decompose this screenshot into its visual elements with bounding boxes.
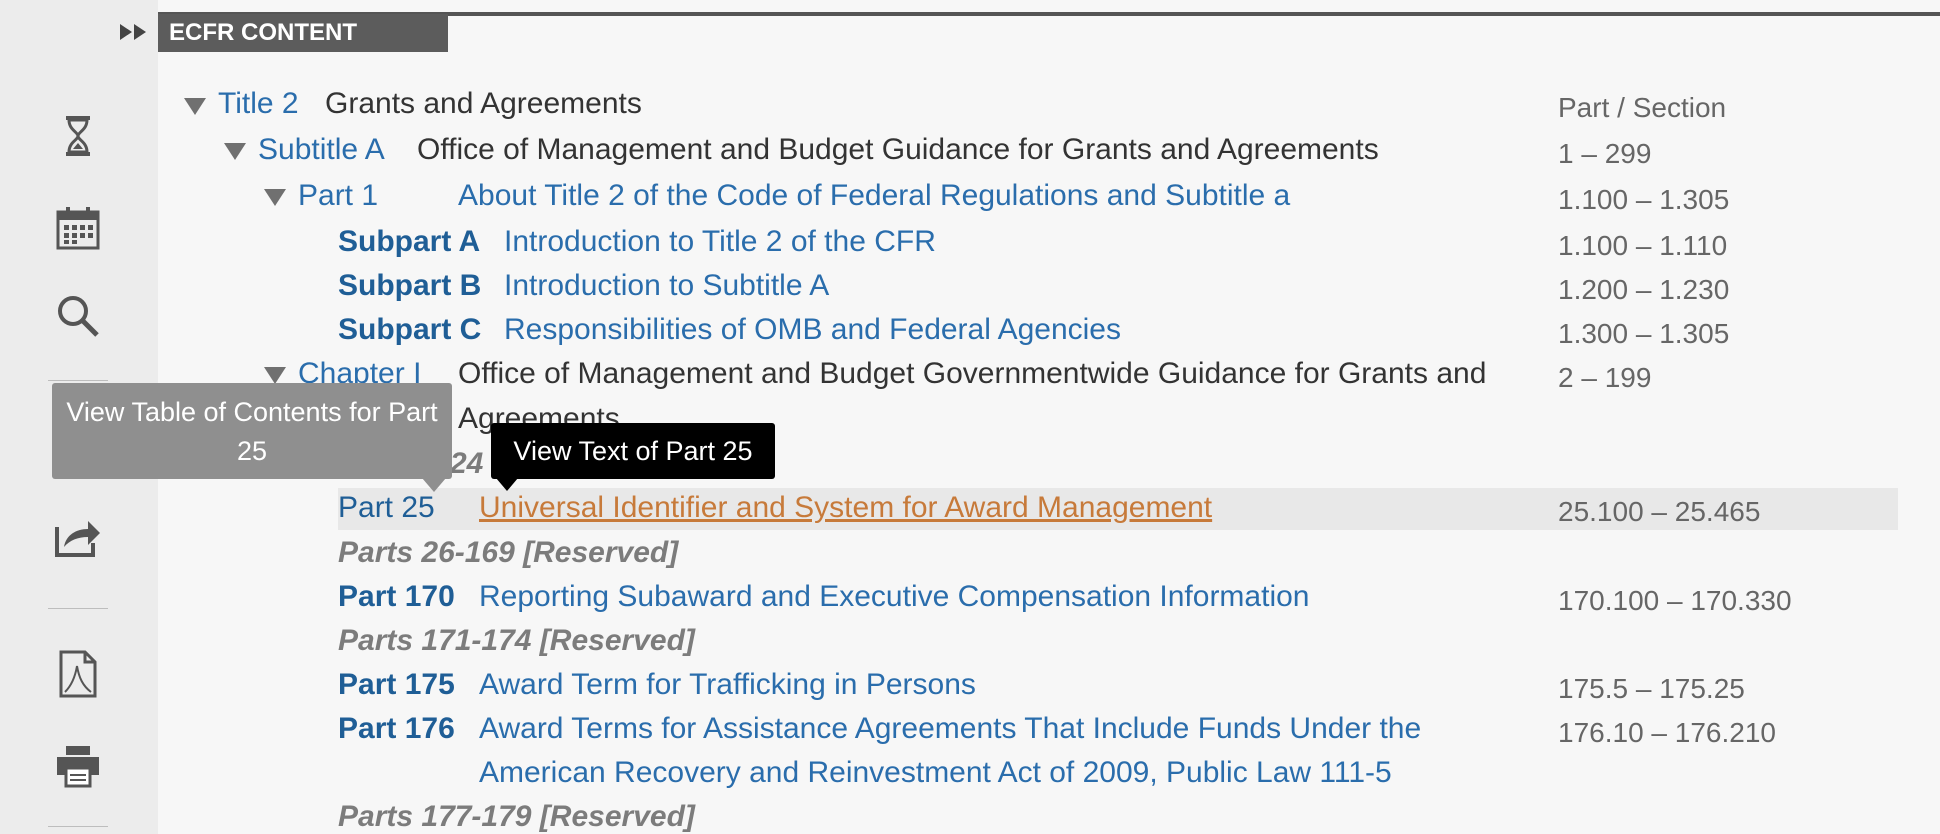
collapse-caret-icon[interactable] <box>264 367 286 384</box>
print-icon[interactable] <box>48 736 108 796</box>
section-range: 1.100 – 1.305 <box>1558 184 1730 215</box>
text-tooltip: View Text of Part 25 <box>491 423 775 479</box>
part-170-heading-link[interactable]: Reporting Subaward and Executive Compens… <box>479 580 1309 614</box>
part-176-link[interactable]: Part 176 <box>338 712 455 746</box>
part-175-heading-link[interactable]: Award Term for Trafficking in Persons <box>479 668 976 702</box>
ecfr-content-tab: ECFR CONTENT <box>158 14 448 52</box>
subpart-a-heading-link[interactable]: Introduction to Title 2 of the CFR <box>504 225 936 259</box>
subtitle-a-link[interactable]: Subtitle A <box>258 133 385 167</box>
chapter-i-heading: Office of Management and Budget Governme… <box>458 357 1487 390</box>
share-icon[interactable] <box>48 506 108 566</box>
hourglass-icon[interactable] <box>48 106 108 166</box>
subpart-a-link[interactable]: Subpart A <box>338 225 480 259</box>
toc-tooltip-arrow <box>422 478 446 492</box>
pdf-icon[interactable] <box>48 644 108 704</box>
rail-divider <box>48 380 108 381</box>
expand-icon[interactable] <box>118 20 152 44</box>
section-range: 175.5 – 175.25 <box>1558 673 1745 704</box>
subpart-b-link[interactable]: Subpart B <box>338 269 481 303</box>
reserved-parts-label: Parts 26-169 [Reserved] <box>338 536 679 569</box>
search-icon[interactable] <box>48 286 108 346</box>
toc-tooltip: View Table of Contents for Part 25 <box>52 383 452 479</box>
part-170-link[interactable]: Part 170 <box>338 580 455 614</box>
subpart-c-heading-link[interactable]: Responsibilities of OMB and Federal Agen… <box>504 313 1121 347</box>
title-2-heading: Grants and Agreements <box>325 87 642 120</box>
reserved-parts-label: Parts 177-179 [Reserved] <box>338 800 695 833</box>
subpart-b-heading-link[interactable]: Introduction to Subtitle A <box>504 269 829 303</box>
subpart-c-link[interactable]: Subpart C <box>338 313 481 347</box>
section-range: 25.100 – 25.465 <box>1558 496 1761 527</box>
column-header: Part / Section <box>1558 92 1727 123</box>
section-range: 1.200 – 1.230 <box>1558 274 1730 305</box>
section-range: 1.100 – 1.110 <box>1558 230 1728 261</box>
section-range: 170.100 – 170.330 <box>1558 585 1792 616</box>
title-2-link[interactable]: Title 2 <box>218 87 299 121</box>
section-range: 2 – 199 <box>1558 362 1652 393</box>
calendar-icon[interactable] <box>48 198 108 258</box>
part-25-heading-link[interactable]: Universal Identifier and System for Awar… <box>479 491 1212 525</box>
reserved-parts-label: Parts 171-174 [Reserved] <box>338 624 695 657</box>
rail-divider <box>48 608 108 609</box>
text-tooltip-arrow <box>496 478 518 491</box>
section-range: 1 – 299 <box>1558 138 1652 169</box>
part-176-heading-link[interactable]: Award Terms for Assistance Agreements Th… <box>479 712 1421 746</box>
subtitle-a-heading: Office of Management and Budget Guidance… <box>417 133 1379 166</box>
section-range: 176.10 – 176.210 <box>1558 717 1776 748</box>
reserved-parts-label: 24 <box>450 447 484 480</box>
part-175-link[interactable]: Part 175 <box>338 668 455 702</box>
section-range: 1.300 – 1.305 <box>1558 318 1730 349</box>
part-1-link[interactable]: Part 1 <box>298 179 378 213</box>
collapse-caret-icon[interactable] <box>224 143 246 160</box>
rail-divider <box>48 826 108 827</box>
collapse-caret-icon[interactable] <box>264 189 286 206</box>
part-1-heading-link[interactable]: About Title 2 of the Code of Federal Reg… <box>458 179 1290 213</box>
collapse-caret-icon[interactable] <box>184 98 206 115</box>
part-25-link[interactable]: Part 25 <box>338 491 435 525</box>
part-176-heading-link-line2[interactable]: American Recovery and Reinvestment Act o… <box>479 756 1392 790</box>
